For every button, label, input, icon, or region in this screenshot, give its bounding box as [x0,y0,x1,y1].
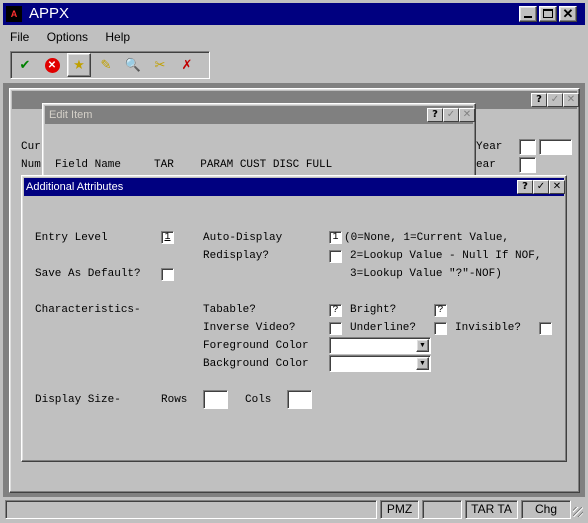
save-default-checkbox[interactable] [161,268,174,281]
tabable-label: Tabable? [203,304,256,316]
bg-field-1[interactable] [519,139,536,155]
chevron-down-icon[interactable]: ▼ [416,339,429,352]
redisplay-label: Redisplay? [203,250,270,262]
edit-item-header: Field Name TAR PARAM CUST DISC FULL [55,159,333,171]
close-icon[interactable]: ✕ [549,180,565,194]
bright-label: Bright? [350,304,397,316]
rows-field[interactable] [203,390,228,409]
status-pane-2 [422,500,462,519]
auto-display-hint-2: 2=Lookup Value - Null If NOF, [350,250,542,262]
auto-display-hint-1: (0=None, 1=Current Value, [344,232,510,244]
folder-delete-icon[interactable]: ✗ [175,53,199,77]
inverse-video-checkbox[interactable] [329,322,342,335]
invisible-label: Invisible? [455,322,522,334]
cols-field[interactable] [287,390,312,409]
cols-label: Cols [245,394,272,406]
bg-label-ear: ear [476,159,496,171]
save-default-label: Save As Default? [35,268,141,280]
bright-checkbox[interactable]: ? [434,304,447,317]
help-icon[interactable]: ? [517,180,533,194]
additional-attributes-dialog: Additional Attributes ? ✓ ✕ Entry Level … [21,175,567,462]
close-icon[interactable]: ✕ [459,108,475,122]
auto-display-hint-3: 3=Lookup Value "?"-NOF) [350,268,502,280]
main-title-bar: A APPX ✕ [3,3,585,25]
check-doc-icon[interactable]: ✔ [13,53,37,77]
bg-field-2[interactable] [539,139,572,155]
edit-item-title: Edit Item [49,109,93,121]
dialog-title: Additional Attributes [26,181,124,193]
appx-logo-icon: A [6,6,22,22]
display-size-label: Display Size- [35,394,121,406]
cancel-icon[interactable]: ✕ [40,53,64,77]
invisible-checkbox[interactable] [539,322,552,335]
bg-label-year: Year [476,141,503,153]
auto-display-field[interactable]: 1 [329,231,342,244]
inverse-video-label: Inverse Video? [203,322,296,334]
tabable-checkbox[interactable]: ? [329,304,342,317]
menu-bar: File Options Help [10,30,144,44]
folder-search-icon[interactable]: 🔍 [121,53,145,77]
bg-label-cur: Cur [21,141,41,153]
rows-label: Rows [161,394,188,406]
menu-help[interactable]: Help [105,30,130,44]
foreground-color-select[interactable]: ▼ [329,337,431,354]
folder-edit-icon[interactable]: ✎ [94,53,118,77]
minimize-button[interactable] [519,6,537,22]
status-pane-4: Chg [521,500,571,519]
folder-cut-icon[interactable]: ✂ [148,53,172,77]
status-main [5,500,377,519]
edit-item-window: Edit Item ? ✓ ✕ Field Name TAR PARAM CUS… [42,103,476,181]
ok-icon[interactable]: ✓ [547,93,563,107]
characteristics-label: Characteristics- [35,304,141,316]
window-title: APPX [29,5,70,22]
toolbar: ✔ ✕ ★ ✎ 🔍 ✂ ✗ [10,51,210,79]
redisplay-checkbox[interactable] [329,250,342,263]
status-pane-3: TAR TA [465,500,518,519]
background-color-label: Background Color [203,358,309,370]
edit-item-title-bar: Edit Item ? ✓ ✕ [45,106,475,124]
bg-field-3[interactable] [519,157,536,173]
underline-label: Underline? [350,322,417,334]
close-icon[interactable]: ✕ [563,93,579,107]
maximize-button[interactable] [539,6,557,22]
entry-level-label: Entry Level [35,232,108,244]
underline-checkbox[interactable] [434,322,447,335]
status-bar: PMZ TAR TA Chg [3,499,585,521]
ok-icon[interactable]: ✓ [533,180,549,194]
entry-level-field[interactable]: 1 [161,231,174,244]
ok-icon[interactable]: ✓ [443,108,459,122]
help-icon[interactable]: ? [427,108,443,122]
resize-grip-icon[interactable] [573,507,583,517]
menu-options[interactable]: Options [47,30,88,44]
chevron-down-icon[interactable]: ▼ [416,357,429,370]
bg-label-num: Num [21,159,41,171]
menu-file[interactable]: File [10,30,29,44]
auto-display-label: Auto-Display [203,232,283,244]
help-icon[interactable]: ? [531,93,547,107]
dialog-title-bar: Additional Attributes ? ✓ ✕ [24,178,565,196]
background-color-select[interactable]: ▼ [329,355,431,372]
foreground-color-label: Foreground Color [203,340,309,352]
close-button[interactable]: ✕ [559,6,577,22]
folder-star-icon[interactable]: ★ [67,53,91,77]
status-pane-1: PMZ [380,500,419,519]
